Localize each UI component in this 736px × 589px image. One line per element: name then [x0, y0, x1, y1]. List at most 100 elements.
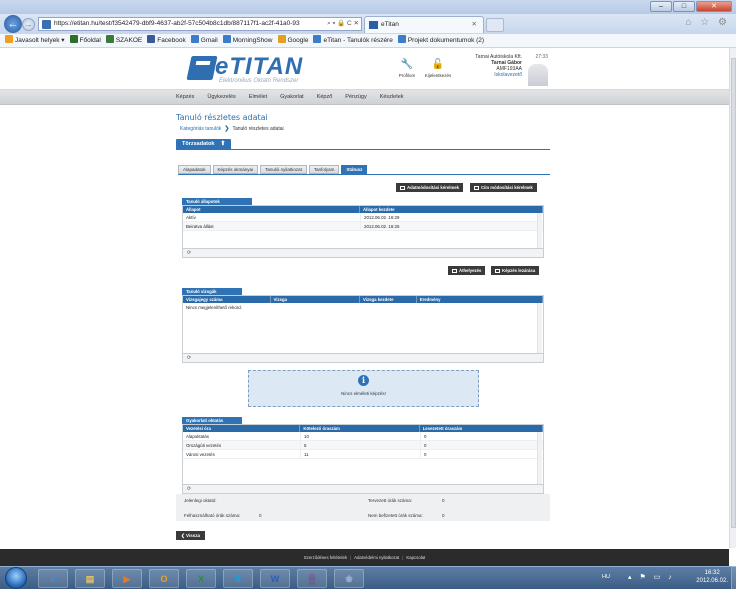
language-indicator[interactable]: HU: [602, 574, 610, 580]
footer-link-terms[interactable]: Szerződéses feltételek: [304, 555, 347, 560]
footer-link-privacy[interactable]: Adatvédelmi nyilatkozat: [354, 555, 399, 560]
list-icon: [474, 186, 479, 190]
favorite-link[interactable]: Javasolt helyek ▾: [5, 34, 65, 47]
table-row[interactable]: Aktív 2012.06.02. 16:29: [183, 213, 543, 222]
logout-button[interactable]: 🔓 Kijelentkezés: [424, 57, 452, 85]
menu-item[interactable]: Készletek: [380, 90, 404, 105]
menu-item[interactable]: Gyakorlat: [280, 90, 304, 105]
grid-scrollbar[interactable]: [537, 432, 542, 484]
forward-button[interactable]: →: [22, 18, 35, 31]
subtab-2[interactable]: Képzés okmányai: [212, 165, 259, 174]
page-scrollbar[interactable]: [729, 48, 736, 548]
usable-hours-label: Felhasználható órák száma:: [184, 513, 241, 518]
table-row[interactable]: Országúti vezetés 5 0: [183, 441, 543, 450]
lock-icon: 🔓: [431, 59, 445, 70]
browser-toolbar-icons[interactable]: ⌂ ☆ ⚙: [685, 17, 730, 28]
menu-item[interactable]: Képzés: [176, 90, 194, 105]
favorite-link[interactable]: Főoldal: [69, 34, 101, 47]
favorite-label: Javasolt helyek ▾: [15, 37, 65, 44]
winrar-icon[interactable]: ▒: [297, 569, 327, 588]
table-row[interactable]: Városi vezetés 11 0: [183, 450, 543, 459]
favorite-link[interactable]: MorningShow: [222, 34, 273, 47]
menu-item[interactable]: Pénzügy: [345, 90, 366, 105]
breadcrumb-link[interactable]: Kategóriás tanulók: [180, 126, 221, 132]
outlook-icon[interactable]: O: [149, 569, 179, 588]
footer-link-contact[interactable]: Kapcsolat: [406, 555, 425, 560]
menu-item[interactable]: Képző: [317, 90, 333, 105]
column-header-vizsgajegy[interactable]: Vizsgajegy száma: [183, 296, 271, 303]
logo-subtitle: Elektronikus Oktató Rendszer: [219, 78, 299, 84]
column-header-eredmeny[interactable]: Eredmény: [417, 296, 543, 303]
profile-button[interactable]: 🔧 Profilom: [393, 57, 421, 85]
close-window-button[interactable]: ✕: [696, 1, 732, 12]
back-page-button[interactable]: ❮ Vissza: [176, 531, 205, 540]
favorite-link[interactable]: Facebook: [147, 34, 186, 47]
favorite-link[interactable]: Gmail: [190, 34, 218, 47]
column-header-vizsga[interactable]: Vizsga: [271, 296, 361, 303]
new-tab-button[interactable]: [486, 18, 504, 32]
column-header-vezetesi-ora[interactable]: Vezetési óra: [183, 425, 301, 432]
paint-icon[interactable]: ❀: [334, 569, 364, 588]
grid-scrollbar[interactable]: [537, 213, 542, 248]
tab-close-icon[interactable]: ✕: [472, 17, 477, 33]
move-button[interactable]: Áthelyezés: [448, 266, 486, 275]
minimize-button[interactable]: –: [650, 1, 672, 12]
upload-icon[interactable]: ⬆: [220, 141, 225, 147]
maximize-button[interactable]: □: [673, 1, 695, 12]
word-icon[interactable]: W: [260, 569, 290, 588]
list-icon: [400, 186, 405, 190]
table-cell: Országúti vezetés: [183, 441, 301, 449]
show-desktop-button[interactable]: [731, 566, 736, 589]
menu-item[interactable]: Ügykezelés: [207, 90, 235, 105]
favorite-link[interactable]: Projekt dokumentumok (2): [397, 34, 485, 47]
logo-mark-icon: [186, 56, 218, 80]
table-row[interactable]: Alapoktatás 10 0: [183, 432, 543, 441]
column-header-kotelezo-oraszam[interactable]: Kötelező óraszám: [300, 425, 420, 432]
scrollbar-thumb[interactable]: [731, 58, 736, 528]
exam-grid-title: Tanuló vizsgák: [182, 288, 242, 295]
tab-torzsadatok-label: Törzsadatok: [182, 141, 215, 147]
ie-icon[interactable]: e: [38, 569, 68, 588]
site-icon: [42, 20, 51, 29]
address-tools[interactable]: ⌕ ▾ 🔒 C ✕: [327, 18, 359, 30]
media-icon[interactable]: ▶: [112, 569, 142, 588]
subtab-4[interactable]: Tanfolyam: [308, 165, 340, 174]
clock[interactable]: 16:32 2012.06.02.: [696, 569, 728, 585]
window-controls: – □ ✕: [650, 1, 732, 12]
tray-icons[interactable]: ▴ ⚑ ▭ ♪: [628, 573, 675, 581]
subtab-5[interactable]: Státusz: [341, 165, 368, 174]
back-button[interactable]: ←: [4, 15, 22, 33]
favorite-label: Projekt dokumentumok (2): [407, 37, 485, 44]
address-change-requests-button[interactable]: Cím módosítási kérelmek: [470, 183, 537, 192]
favorite-link[interactable]: eTitan - Tanulók részére: [313, 34, 393, 47]
favorite-icon: [222, 35, 231, 43]
explorer-icon[interactable]: ▤: [75, 569, 105, 588]
table-row[interactable]: Beiratva állást 2012.06.02. 16:25: [183, 222, 543, 231]
favorite-link[interactable]: Google: [277, 34, 308, 47]
column-header-allapot[interactable]: Állapot: [183, 206, 361, 213]
table-cell: Városi vezetés: [183, 450, 301, 458]
excel-icon[interactable]: X: [186, 569, 216, 588]
etitan-logo[interactable]: eTITAN Elektronikus Oktató Rendszer: [186, 53, 311, 86]
column-header-allapot-kezdete[interactable]: Állapot kezdete: [360, 206, 543, 213]
planned-hours-value: 0: [442, 498, 445, 503]
address-bar[interactable]: https://etitan.hu/test/f3542479-dbf9-463…: [38, 17, 362, 31]
refresh-icon[interactable]: ⟳: [187, 250, 191, 256]
favorite-link[interactable]: SZAKOE: [105, 34, 142, 47]
tab-favicon-icon: [369, 21, 378, 29]
close-training-button[interactable]: Képzés lezárása: [491, 266, 540, 275]
subtab-3[interactable]: Tanulói nyilatkozat: [260, 165, 307, 174]
menu-item[interactable]: Elmélet: [249, 90, 267, 105]
skype-icon[interactable]: S: [223, 569, 253, 588]
start-button[interactable]: [5, 567, 27, 589]
browser-tab[interactable]: eTitan ✕: [364, 16, 484, 33]
address-url: https://etitan.hu/test/f3542479-dbf9-463…: [54, 20, 300, 27]
refresh-icon[interactable]: ⟳: [187, 486, 191, 492]
table-cell: Beiratva állást: [183, 222, 361, 230]
subtab-1[interactable]: Alapadatok: [178, 165, 211, 174]
grid-scrollbar[interactable]: [537, 303, 542, 353]
data-change-requests-button[interactable]: Adatmódosítási kérelmek: [396, 183, 464, 192]
column-header-vizsga-kezdete[interactable]: Vizsga kezdete: [360, 296, 417, 303]
column-header-levezetett-oraszam[interactable]: Levezetett óraszám: [420, 425, 543, 432]
refresh-icon[interactable]: ⟳: [187, 355, 191, 361]
